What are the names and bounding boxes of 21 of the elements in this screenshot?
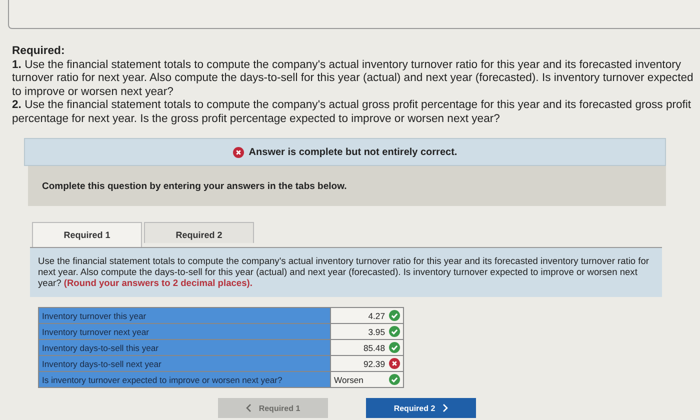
row-label: Inventory days-to-sell next year xyxy=(38,356,330,372)
answer-field[interactable]: 3.95 xyxy=(330,324,404,340)
requirement-text: 1. Use the financial statement totals to compute the company's actual inventory turnover ratio for this year and its forecasted inventory turnover ratio for next year. Also compute the days-to-sell for this year (actual) and next year (forecasted). Is inventory turnover expected to improve or worsen next year? xyxy=(12,58,694,99)
required-heading: Required: xyxy=(12,45,66,58)
next-button[interactable]: Required 2 xyxy=(366,398,476,418)
tab[interactable]: Required 1 xyxy=(32,222,142,247)
tab[interactable]: Required 2 xyxy=(144,222,254,243)
row-label: Inventory days-to-sell this year xyxy=(38,340,330,356)
row-label: Is inventory turnover expected to improve or worsen next year? xyxy=(38,372,330,388)
row-label: Inventory turnover next year xyxy=(38,324,330,340)
instruction-text: Complete this question by entering your answers in the tabs below. xyxy=(42,180,347,192)
answer-field[interactable]: 4.27 xyxy=(330,308,404,324)
answer-field[interactable]: 92.39 xyxy=(330,356,404,372)
answer-field[interactable]: Worsen xyxy=(330,372,404,388)
answer-field[interactable]: 85.48 xyxy=(330,340,404,356)
row-label: Inventory turnover this year xyxy=(38,308,330,324)
requirement-text: 2. Use the financial statement totals to compute the company's actual gross profit percentage for this year and its forecasted gross profit percentage for next year. Is the gross profit percentage expected to improve or worsen next year? xyxy=(12,99,692,126)
chevron-right-icon xyxy=(443,404,448,412)
result-text: Answer is complete but not entirely correct. xyxy=(248,146,458,158)
question-text: Use the financial statement totals to compute the company's actual inventory turnover ratio for this year and its forecasted inventory turnover ratio for next year. Also compute the days-to-sell for this year (actual) and next year (forecasted). Is inventory turnover expected to improve or worsen next year? (Round your answers to 2 decimal places). xyxy=(30,247,662,297)
chevron-left-icon xyxy=(246,404,251,412)
